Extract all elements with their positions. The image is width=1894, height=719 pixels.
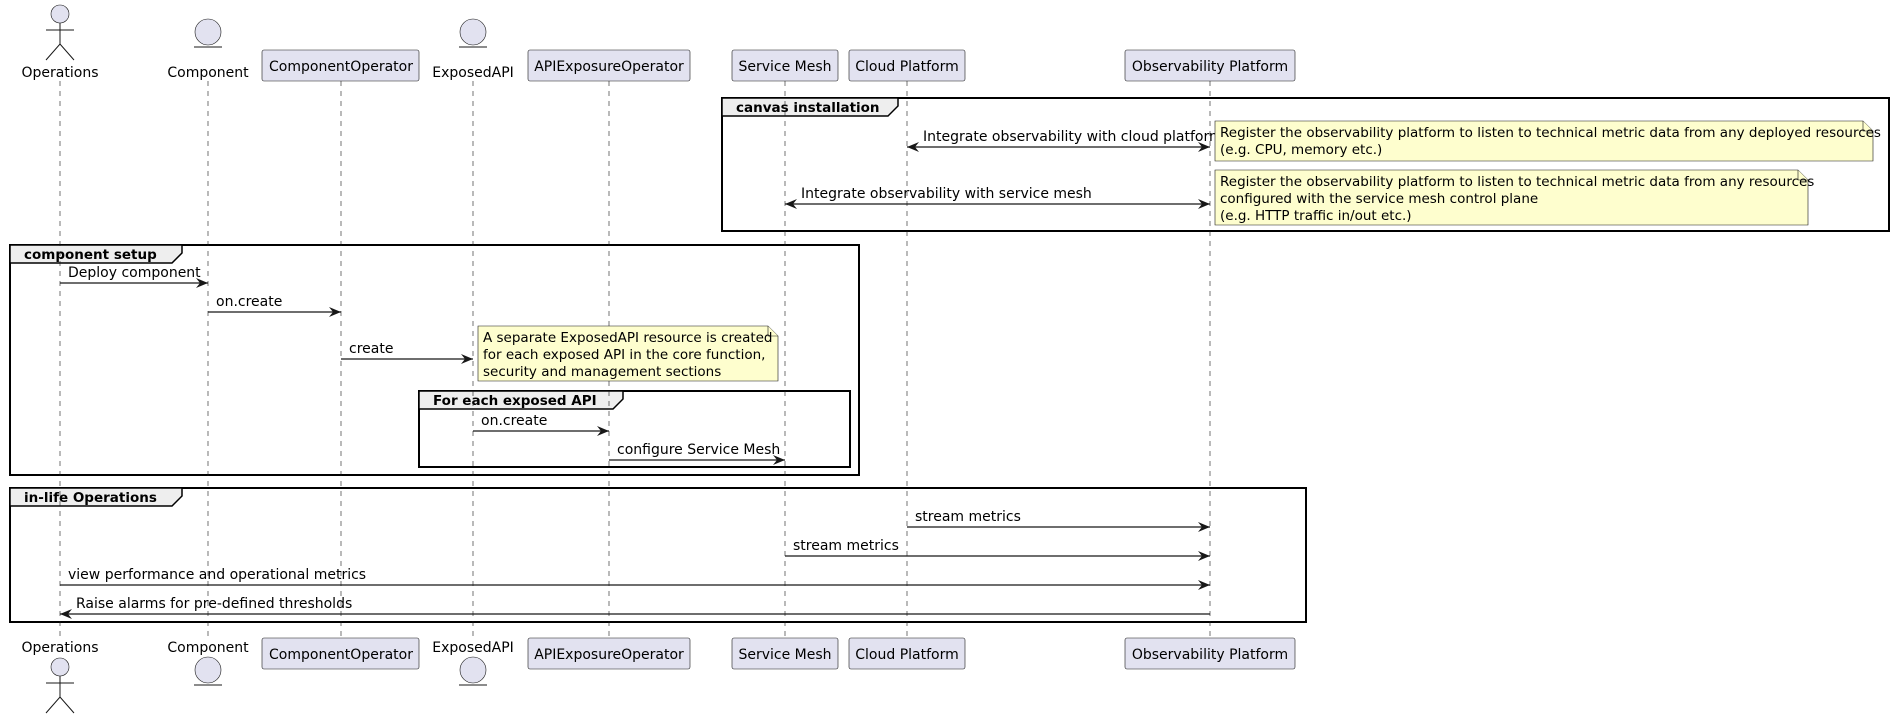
message-label: configure Service Mesh [617, 442, 780, 458]
participant-label: Cloud Platform [855, 59, 958, 75]
message: on.create [473, 413, 609, 436]
message: Integrate observability with service mes… [785, 186, 1210, 209]
note-text: Register the observability platform to l… [1220, 125, 1881, 141]
actor-body-icon [45, 23, 75, 61]
message: stream metrics [907, 509, 1210, 532]
actor-head-icon [50, 657, 70, 677]
message: view performance and operational metrics [60, 567, 1210, 590]
participant-label: APIExposureOperator [534, 647, 684, 663]
participant-label: Component [167, 65, 249, 81]
message-label: on.create [481, 413, 547, 429]
frame-title: in-life Operations [24, 490, 157, 506]
entity-icon [194, 18, 222, 46]
message: Integrate observability with cloud platf… [907, 129, 1223, 152]
frame-title: component setup [24, 247, 157, 263]
message: stream metrics [785, 538, 1210, 561]
entity-icon [459, 18, 487, 46]
frame-title: For each exposed API [433, 393, 597, 409]
note-text: (e.g. HTTP traffic in/out etc.) [1220, 208, 1412, 224]
actor-body-icon [45, 676, 75, 714]
message: Deploy component [60, 265, 208, 288]
message: on.create [208, 294, 341, 317]
message-label: stream metrics [915, 509, 1021, 525]
note-text: security and management sections [483, 364, 721, 380]
message: configure Service Mesh [609, 442, 785, 465]
participant-label: Service Mesh [738, 59, 831, 75]
note: A separate ExposedAPI resource is create… [477, 325, 779, 382]
message-label: create [349, 341, 393, 357]
note-text: configured with the service mesh control… [1220, 191, 1538, 207]
participant-label: Observability Platform [1132, 647, 1288, 663]
participant-label: Operations [22, 640, 99, 656]
participant-label: Cloud Platform [855, 647, 958, 663]
entity-icon [459, 656, 487, 684]
note-text: (e.g. CPU, memory etc.) [1220, 142, 1382, 158]
message: Raise alarms for pre-defined thresholds [60, 596, 1210, 619]
message-label: on.create [216, 294, 282, 310]
entity-icon [194, 656, 222, 684]
participant-label: Operations [22, 65, 99, 81]
participant-label: APIExposureOperator [534, 59, 684, 75]
note: Register the observability platform to l… [1214, 120, 1881, 162]
participant-label: ComponentOperator [269, 59, 413, 75]
message-label: stream metrics [793, 538, 899, 554]
note-text: for each exposed API in the core functio… [483, 347, 765, 363]
note: Register the observability platform to l… [1214, 169, 1814, 226]
frame-title: canvas installation [736, 100, 880, 116]
message-label: Raise alarms for pre-defined thresholds [76, 596, 352, 612]
participant-label: Service Mesh [738, 647, 831, 663]
participant-label: Observability Platform [1132, 59, 1288, 75]
message-label: Integrate observability with service mes… [801, 186, 1092, 202]
actor-head-icon [50, 4, 70, 24]
message-label: Integrate observability with cloud platf… [923, 129, 1223, 145]
message-label: Deploy component [68, 265, 201, 281]
sequence-diagram: canvas installation component setup For ea… [9, 4, 1890, 714]
note-text: A separate ExposedAPI resource is create… [483, 330, 773, 346]
message-label: view performance and operational metrics [68, 567, 366, 583]
participant-label: Component [167, 640, 249, 656]
message: create [341, 341, 473, 364]
participant-label: ExposedAPI [432, 65, 514, 81]
note-text: Register the observability platform to l… [1220, 174, 1814, 190]
participant-label: ExposedAPI [432, 640, 514, 656]
participant-label: ComponentOperator [269, 647, 413, 663]
